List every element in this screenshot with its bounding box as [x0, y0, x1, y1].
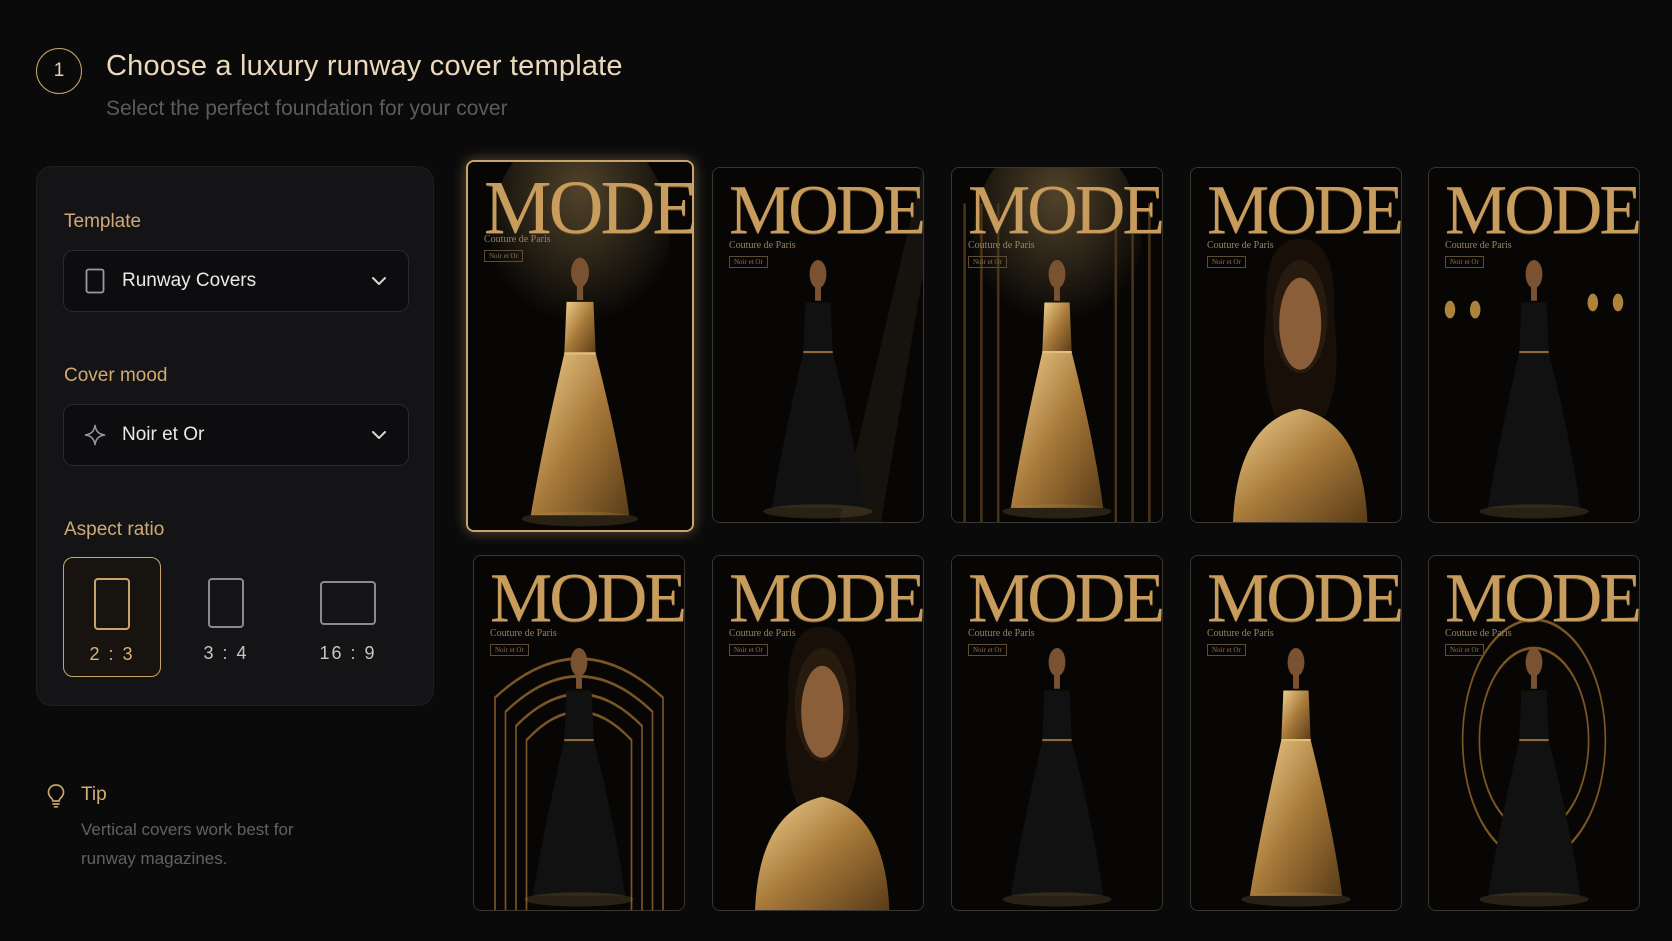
- cover-subtitle: Couture de Paris: [729, 240, 796, 251]
- template-card[interactable]: MODE Couture de Paris Noir et Or: [1428, 555, 1640, 911]
- cover-subtitle: Couture de Paris: [484, 234, 551, 245]
- cover-tag: Noir et Or: [729, 256, 768, 268]
- aspect-option-label: 16 : 9: [319, 643, 377, 663]
- cover-masthead: MODE: [968, 560, 1163, 637]
- cover-tag: Noir et Or: [968, 256, 1007, 268]
- cover-subtitle: Couture de Paris: [1207, 628, 1274, 639]
- template-card[interactable]: MODE Couture de Paris Noir et Or: [466, 160, 694, 532]
- cover-masthead: MODE: [1207, 560, 1402, 637]
- cover-tag: Noir et Or: [1207, 644, 1246, 656]
- aspect-option-label: 3 : 4: [203, 643, 249, 663]
- aspect-option-2-3[interactable]: 2 : 3: [63, 557, 161, 677]
- cover-subtitle: Couture de Paris: [1445, 240, 1512, 251]
- sparkle-icon: [84, 422, 106, 448]
- landscape-ratio-icon: [320, 581, 376, 625]
- template-card[interactable]: MODE Couture de Paris Noir et Or: [473, 555, 685, 911]
- portrait-ratio-icon: [208, 578, 244, 628]
- cover-tag: Noir et Or: [968, 644, 1007, 656]
- tip-text: Vertical covers work best for runway mag…: [81, 820, 294, 868]
- template-card[interactable]: MODE Couture de Paris Noir et Or: [951, 167, 1163, 523]
- cover-subtitle: Couture de Paris: [729, 628, 796, 639]
- cover-tag: Noir et Or: [1207, 256, 1246, 268]
- cover-masthead: MODE: [729, 560, 924, 637]
- chevron-down-icon: [368, 270, 390, 292]
- portrait-ratio-icon: [94, 578, 130, 630]
- cover-subtitle: Couture de Paris: [1445, 628, 1512, 639]
- step-number-badge: 1: [36, 48, 82, 94]
- aspect-option-label: 2 : 3: [89, 644, 135, 664]
- cover-masthead: MODE: [1445, 172, 1640, 249]
- page-subtitle: Select the perfect foundation for your c…: [106, 97, 508, 120]
- template-card[interactable]: MODE Couture de Paris Noir et Or: [1428, 167, 1640, 523]
- mood-select[interactable]: Noir et Or: [63, 404, 409, 466]
- template-selection-page: 1 Choose a luxury runway cover template …: [0, 0, 1672, 941]
- template-card[interactable]: MODE Couture de Paris Noir et Or: [712, 555, 924, 911]
- cover-masthead: MODE: [490, 560, 685, 637]
- template-label: Template: [64, 211, 142, 232]
- lightbulb-icon: [44, 782, 68, 808]
- template-card[interactable]: MODE Couture de Paris Noir et Or: [1190, 167, 1402, 523]
- cover-masthead: MODE: [729, 172, 924, 249]
- chevron-down-icon: [368, 424, 390, 446]
- page-title: Choose a luxury runway cover template: [106, 50, 623, 82]
- cover-subtitle: Couture de Paris: [968, 628, 1035, 639]
- cover-tag: Noir et Or: [484, 250, 523, 262]
- cover-tag: Noir et Or: [1445, 644, 1484, 656]
- template-card[interactable]: MODE Couture de Paris Noir et Or: [951, 555, 1163, 911]
- cover-masthead: MODE: [1445, 560, 1640, 637]
- template-select-value: Runway Covers: [122, 270, 257, 291]
- cover-subtitle: Couture de Paris: [968, 240, 1035, 251]
- cover-tag: Noir et Or: [490, 644, 529, 656]
- template-card[interactable]: MODE Couture de Paris Noir et Or: [712, 167, 924, 523]
- cover-subtitle: Couture de Paris: [1207, 240, 1274, 251]
- cover-masthead: MODE: [968, 172, 1163, 249]
- template-select[interactable]: Runway Covers: [63, 250, 409, 312]
- cover-tag: Noir et Or: [729, 644, 768, 656]
- cover-masthead: MODE: [1207, 172, 1402, 249]
- cover-subtitle: Couture de Paris: [490, 628, 557, 639]
- mood-select-value: Noir et Or: [122, 424, 205, 445]
- cover-tag: Noir et Or: [1445, 256, 1484, 268]
- aspect-option-16-9[interactable]: 16 : 9: [299, 557, 397, 677]
- aspect-ratio-label: Aspect ratio: [64, 519, 165, 540]
- settings-panel: Template Runway Covers Cover mood Noir e…: [36, 166, 434, 706]
- template-card[interactable]: MODE Couture de Paris Noir et Or: [1190, 555, 1402, 911]
- tip-title: Tip: [81, 784, 107, 805]
- portrait-frame-icon: [84, 268, 106, 294]
- aspect-option-3-4[interactable]: 3 : 4: [177, 557, 275, 677]
- mood-label: Cover mood: [64, 365, 168, 386]
